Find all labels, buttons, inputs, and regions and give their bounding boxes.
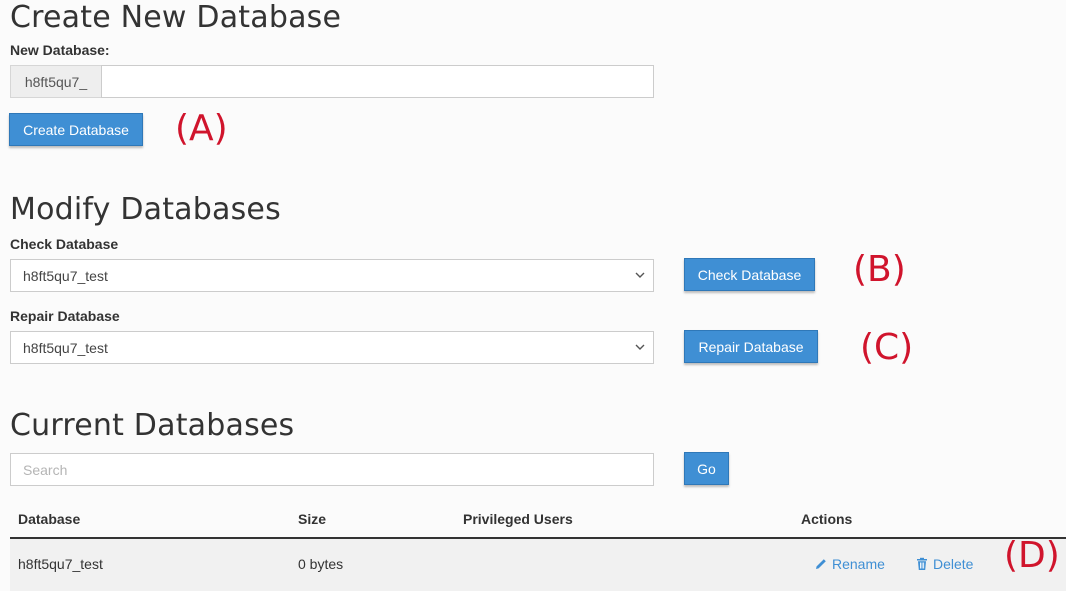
modify-section-title: Modify Databases xyxy=(10,192,281,227)
go-button[interactable]: Go xyxy=(684,452,729,485)
annotation-a: (A) xyxy=(175,108,228,149)
chevron-down-icon xyxy=(635,344,645,350)
trash-icon xyxy=(917,557,927,570)
new-database-group: h8ft5qu7_ xyxy=(10,65,654,98)
new-database-label: New Database: xyxy=(10,42,110,58)
repair-database-selected: h8ft5qu7_test xyxy=(23,339,108,356)
delete-action[interactable]: Delete xyxy=(915,556,973,572)
repair-database-select[interactable]: h8ft5qu7_test xyxy=(10,331,654,364)
column-header-actions: Actions xyxy=(801,511,853,527)
rename-action[interactable]: Rename xyxy=(814,556,885,572)
database-size-cell: 0 bytes xyxy=(298,556,344,572)
create-section-title: Create New Database xyxy=(10,0,342,35)
delete-label: Delete xyxy=(933,556,974,572)
repair-database-button[interactable]: Repair Database xyxy=(684,330,818,363)
column-header-privileged-users: Privileged Users xyxy=(463,511,573,527)
annotation-b: (B) xyxy=(853,249,906,290)
pencil-icon xyxy=(816,559,826,569)
repair-database-label: Repair Database xyxy=(10,308,120,324)
new-database-input[interactable] xyxy=(101,65,654,98)
current-section-title: Current Databases xyxy=(10,408,295,443)
column-header-database[interactable]: Database xyxy=(18,511,80,527)
create-database-button[interactable]: Create Database xyxy=(9,113,143,146)
column-header-size[interactable]: Size xyxy=(298,511,326,527)
rename-label: Rename xyxy=(832,556,885,572)
table-row xyxy=(10,539,1066,591)
database-prefix: h8ft5qu7_ xyxy=(10,65,101,98)
annotation-c: (C) xyxy=(860,327,914,368)
database-name-cell: h8ft5qu7_test xyxy=(18,556,103,572)
annotation-d: (D) xyxy=(1004,535,1060,576)
chevron-down-icon xyxy=(635,272,645,278)
check-database-button[interactable]: Check Database xyxy=(684,258,815,291)
check-database-selected: h8ft5qu7_test xyxy=(23,267,108,284)
check-database-label: Check Database xyxy=(10,236,119,252)
search-input[interactable] xyxy=(10,453,654,486)
check-database-select[interactable]: h8ft5qu7_test xyxy=(10,259,654,292)
